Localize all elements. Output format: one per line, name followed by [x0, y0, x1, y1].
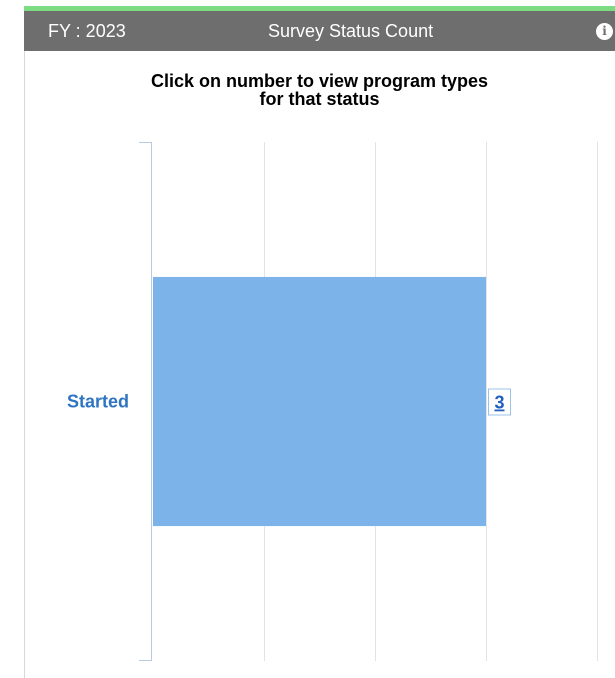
survey-status-chart: Started 3 — [67, 142, 598, 661]
category-label: Started — [67, 392, 129, 412]
category-axis — [139, 142, 152, 661]
bar-started — [153, 276, 486, 527]
value-link-started[interactable]: 3 — [494, 393, 504, 413]
survey-status-panel: FY : 2023 Survey Status Count i Click on… — [0, 0, 615, 678]
